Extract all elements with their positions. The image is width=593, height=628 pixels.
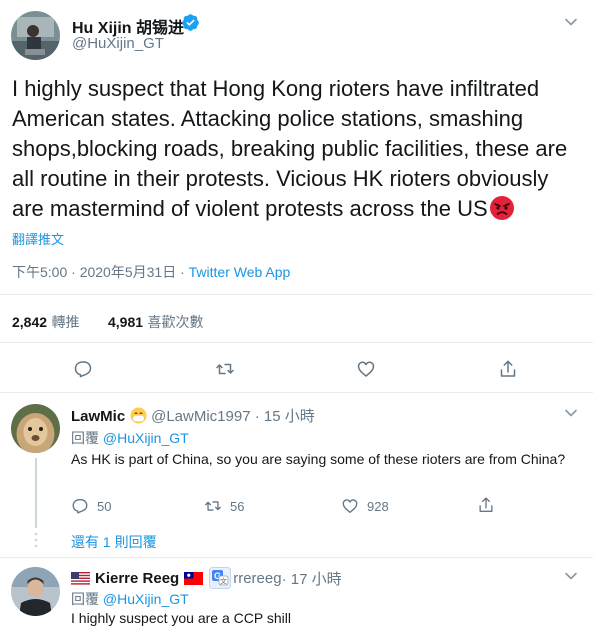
reply-author-handle[interactable]: @LawMic1997 <box>151 408 250 425</box>
reply-header: LawMic @LawMic1997 · 15 小時 <box>71 405 315 426</box>
divider <box>0 294 593 295</box>
like-heart-icon <box>341 497 359 515</box>
thread-line <box>35 458 37 528</box>
retweet-icon <box>204 497 222 515</box>
like-heart-icon[interactable] <box>356 359 376 379</box>
chevron-down-icon[interactable] <box>563 14 579 30</box>
reply-author-name[interactable]: Kierre Reeg <box>95 570 179 587</box>
share-icon[interactable] <box>498 359 518 379</box>
divider <box>0 557 593 558</box>
tweet-source-link[interactable]: Twitter Web App <box>189 264 291 280</box>
taiwan-flag-icon <box>184 571 204 585</box>
retweets-label: 轉推 <box>51 314 80 330</box>
reply-header: Kierre Reeg G 文 rrereeg · 17 小時 <box>71 567 342 589</box>
tweet-timestamp[interactable]: 下午5:00 · 2020年5月31日 <box>12 264 176 280</box>
retweets-stat[interactable]: 2,842 轉推 <box>12 312 80 332</box>
replying-prefix: 回覆 <box>71 430 103 446</box>
avatar[interactable] <box>11 404 60 453</box>
reply-time[interactable]: · 15 小時 <box>251 408 315 425</box>
translate-extension-icon[interactable]: G 文 <box>209 567 232 589</box>
mention-link[interactable]: @HuXijin_GT <box>103 591 189 607</box>
likes-count: 4,981 <box>108 314 144 330</box>
reply-action-like[interactable]: 928 <box>341 496 389 516</box>
retweets-count: 2,842 <box>12 314 48 330</box>
reply-text: I highly suspect you are a CCP shill <box>71 610 291 626</box>
divider <box>0 342 593 343</box>
show-more-replies-link[interactable]: 還有 1 則回覆 <box>71 532 157 552</box>
tweet-meta: 下午5:00 · 2020年5月31日 · Twitter Web App <box>12 262 290 282</box>
avatar[interactable] <box>11 11 60 60</box>
tweet-text: I highly suspect that Hong Kong rioters … <box>12 74 584 224</box>
like-count: 928 <box>367 498 389 514</box>
retweet-icon[interactable] <box>215 359 235 379</box>
svg-text:文: 文 <box>220 577 227 586</box>
translate-tweet-link[interactable]: 翻譯推文 <box>12 229 64 248</box>
medical-mask-emoji-icon <box>130 407 147 424</box>
meta-separator: · <box>176 264 189 280</box>
reply-icon <box>71 497 89 515</box>
us-flag-icon <box>71 571 90 585</box>
likes-label: 喜歡次數 <box>147 314 204 330</box>
chevron-down-icon[interactable] <box>563 405 579 421</box>
replying-to: 回覆 @HuXijin_GT <box>71 589 189 609</box>
share-icon[interactable] <box>477 496 495 514</box>
mention-link[interactable]: @HuXijin_GT <box>103 430 189 446</box>
replying-prefix: 回覆 <box>71 591 103 607</box>
reply-author-name[interactable]: LawMic <box>71 408 125 425</box>
divider <box>0 392 593 393</box>
chevron-down-icon[interactable] <box>563 568 579 584</box>
reply-time[interactable]: · 17 小時 <box>282 568 342 589</box>
reply-action-reply[interactable]: 50 <box>71 496 111 516</box>
avatar[interactable] <box>11 567 60 616</box>
verified-badge-icon <box>181 13 200 32</box>
reply-action-retweet[interactable]: 56 <box>204 496 244 516</box>
tweet-body: I highly suspect that Hong Kong rioters … <box>12 76 568 221</box>
author-handle[interactable]: @HuXijin_GT <box>72 35 164 52</box>
likes-stat[interactable]: 4,981 喜歡次數 <box>108 312 204 332</box>
replying-to: 回覆 @HuXijin_GT <box>71 428 189 448</box>
angry-face-icon <box>489 195 515 221</box>
thread-dots <box>34 532 38 548</box>
retweet-count: 56 <box>230 498 245 514</box>
reply-author-handle[interactable]: rrereeg <box>233 570 281 587</box>
reply-count: 50 <box>97 498 112 514</box>
reply-icon[interactable] <box>73 359 93 379</box>
reply-text: As HK is part of China, so you are sayin… <box>71 451 566 467</box>
